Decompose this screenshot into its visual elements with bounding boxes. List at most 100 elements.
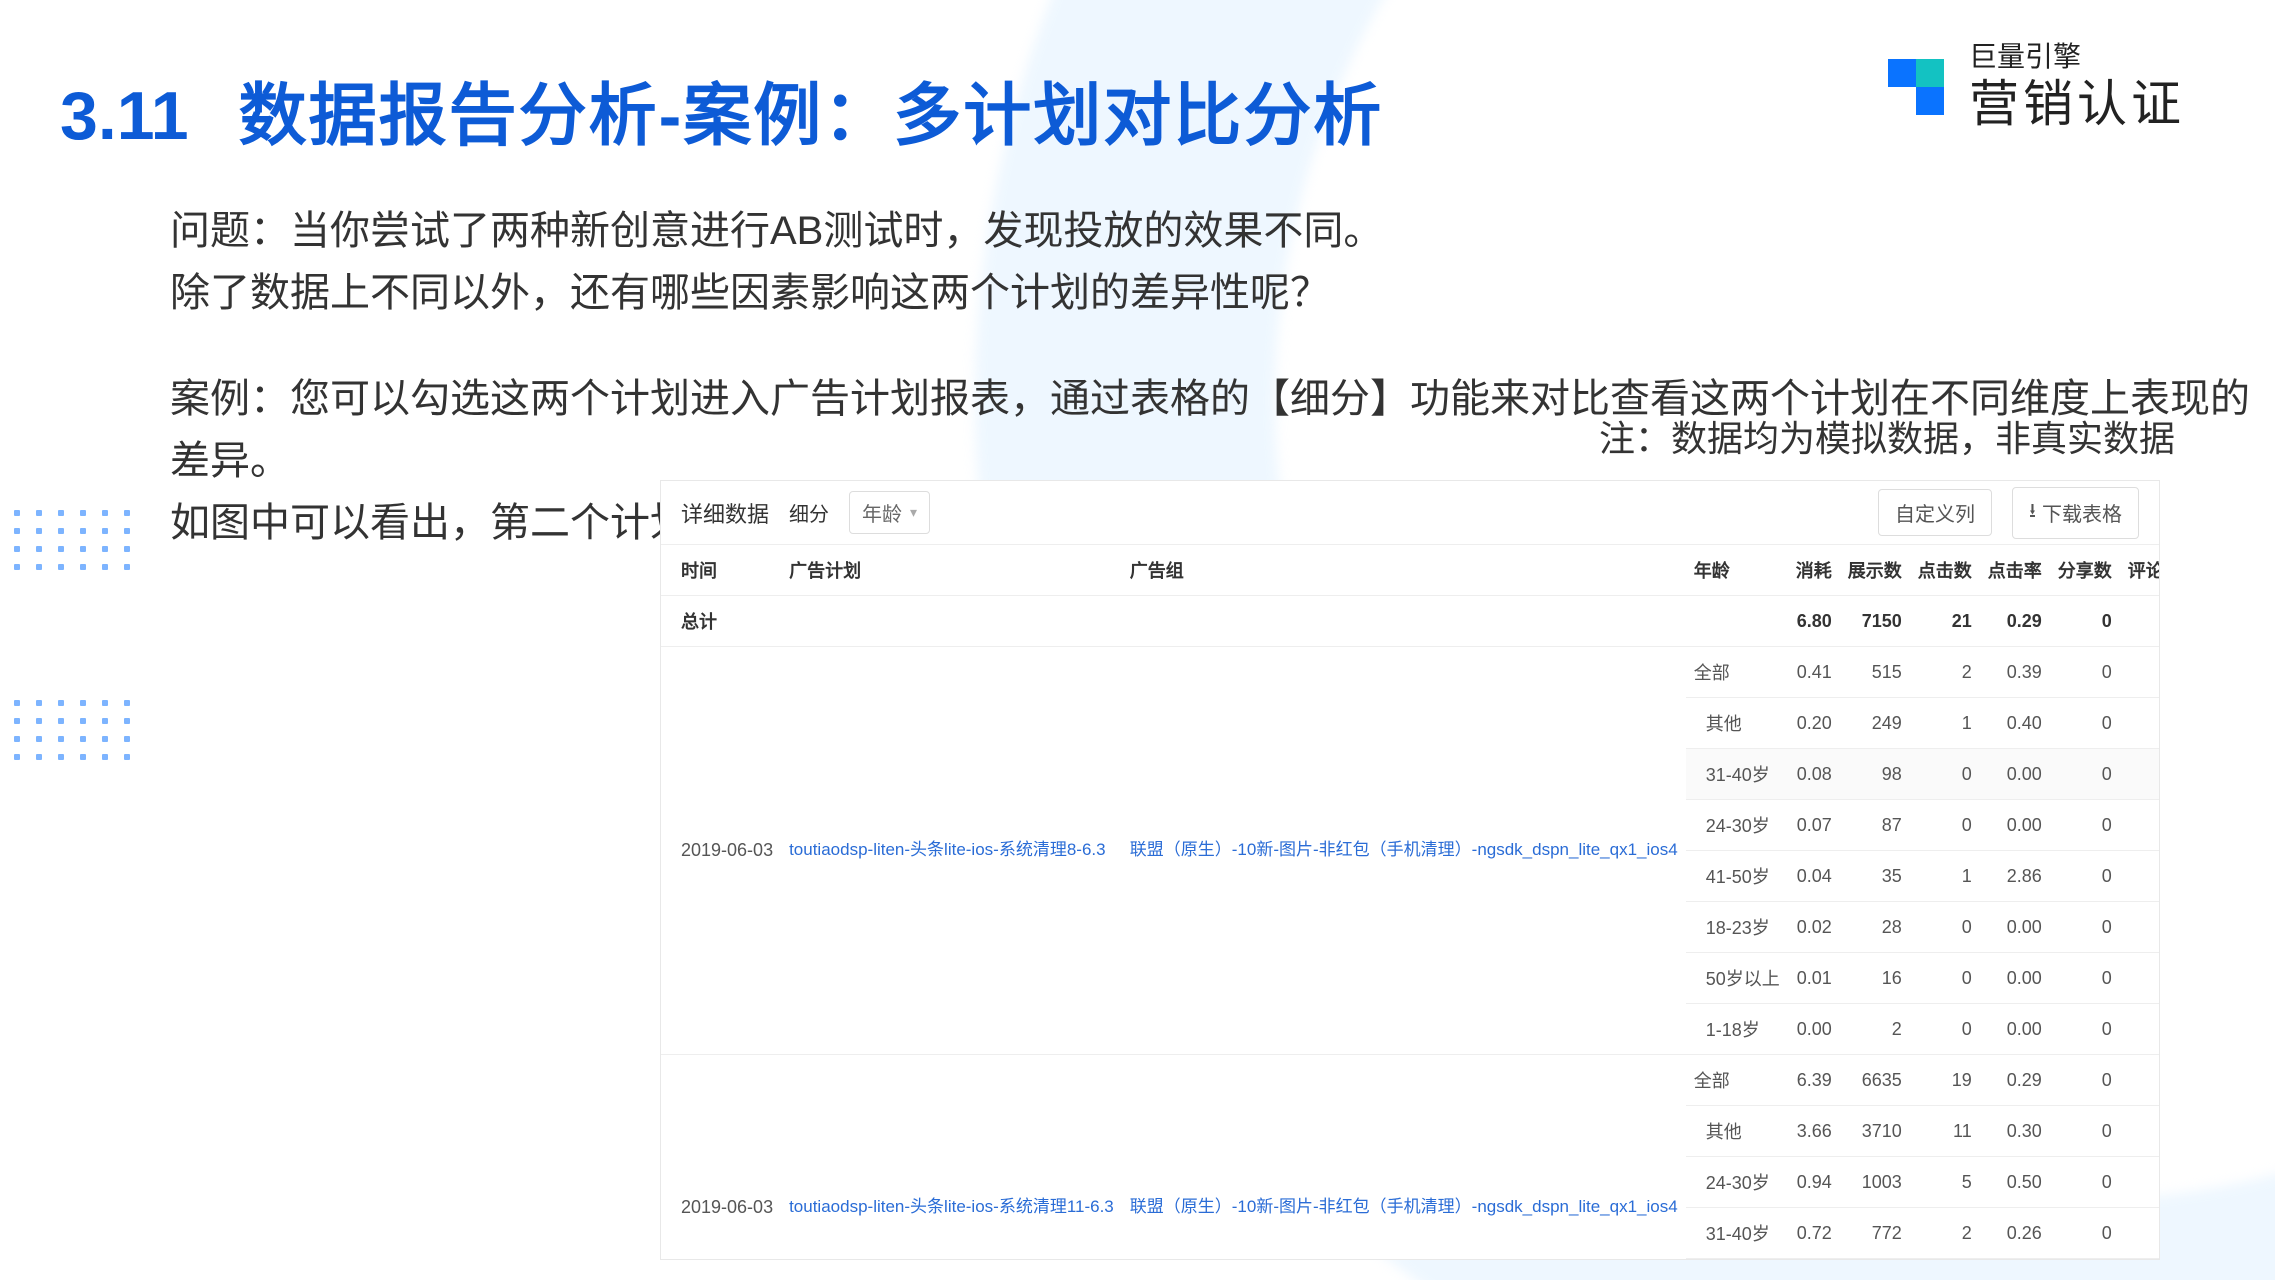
cell: 0 xyxy=(2050,1106,2120,1157)
cell: 442 xyxy=(1840,1259,1910,1260)
cell: 3.66 xyxy=(1788,1106,1840,1157)
cell: 0 xyxy=(2050,698,2120,749)
segment-label: 细分 xyxy=(789,498,829,527)
cell: 249 xyxy=(1840,698,1910,749)
cell: 0.29 xyxy=(1980,1055,2050,1106)
cell: 50岁以上 xyxy=(1686,953,1788,1004)
cell: 6.39 xyxy=(1788,1055,1840,1106)
cell: 0.41 xyxy=(1788,647,1840,698)
cell: 87 xyxy=(1840,800,1910,851)
cell: 0 xyxy=(2050,647,2120,698)
cell: 0 xyxy=(2120,851,2159,902)
cell: 515 xyxy=(1840,647,1910,698)
cell: 0.41 xyxy=(1788,1259,1840,1260)
cell: 0 xyxy=(1910,902,1980,953)
cell: 0.50 xyxy=(1980,1157,2050,1208)
panel-toolbar: 详细数据 细分 年龄 ▾ 自定义列 ⭳下载表格 xyxy=(661,481,2159,545)
cell: 0 xyxy=(2050,1208,2120,1259)
cell: 0 xyxy=(2050,749,2120,800)
col-header: 消耗 xyxy=(1788,545,1840,596)
cell: 0 xyxy=(1910,953,1980,1004)
section-title: 数据报告分析-案例：多计划对比分析 xyxy=(239,60,1384,159)
cell: 0.00 xyxy=(1980,1004,2050,1055)
cell: 0 xyxy=(2120,647,2159,698)
cell: 0.00 xyxy=(1980,953,2050,1004)
cell: 联盟（原生）-10新-图片-非红包（手机清理）-ngsdk_dspn_lite_… xyxy=(1122,1055,1686,1260)
download-icon: ⭳ xyxy=(2029,496,2036,530)
table-row: 2019-06-03toutiaodsp-liten-头条lite-ios-系统… xyxy=(661,647,2159,698)
cell: 0.00 xyxy=(1788,1004,1840,1055)
cell: 0 xyxy=(2050,596,2120,647)
cell: 5 xyxy=(1910,1157,1980,1208)
cell: 2 xyxy=(1910,647,1980,698)
cell: 7150 xyxy=(1840,596,1910,647)
brand-logo: 巨量引擎 营销认证 xyxy=(1881,40,2185,134)
segment-select[interactable]: 年龄 ▾ xyxy=(849,491,930,534)
cell: 0.72 xyxy=(1788,1208,1840,1259)
q-line2: 除了数据上不同以外，还有哪些因素影响这两个计划的差异性呢？ xyxy=(170,262,2275,324)
cell: 总计 xyxy=(661,596,1788,647)
data-note: 注：数据均为模拟数据，非真实数据 xyxy=(1599,410,2175,462)
cell: 2 xyxy=(1910,1208,1980,1259)
cell: 全部 xyxy=(1686,647,1788,698)
cell: 0.39 xyxy=(1980,647,2050,698)
cell: 1003 xyxy=(1840,1157,1910,1208)
total-row: 总计6.807150210.2900000000 xyxy=(661,596,2159,647)
cell: 0 xyxy=(2120,902,2159,953)
cell: 0.29 xyxy=(1980,596,2050,647)
cell: 0 xyxy=(2050,953,2120,1004)
chevron-down-icon: ▾ xyxy=(910,504,917,521)
cell: 0 xyxy=(1910,749,1980,800)
cell: 0.07 xyxy=(1788,800,1840,851)
cell: 0 xyxy=(2050,851,2120,902)
cell: 联盟（原生）-10新-图片-非红包（手机清理）-ngsdk_dspn_lite_… xyxy=(1122,647,1686,1055)
cell: 1 xyxy=(1910,698,1980,749)
table-row: 2019-06-03toutiaodsp-liten-头条lite-ios-系统… xyxy=(661,1055,2159,1106)
cell: 0 xyxy=(2120,596,2159,647)
tab-detail[interactable]: 详细数据 xyxy=(681,493,769,533)
col-header: 评论数 xyxy=(2120,545,2159,596)
cell: 0.40 xyxy=(1980,698,2050,749)
cell: 0 xyxy=(1910,1004,1980,1055)
cell: 31-40岁 xyxy=(1686,1208,1788,1259)
slide-title: 3.11 数据报告分析-案例：多计划对比分析 xyxy=(60,60,1383,159)
cell: 21 xyxy=(1910,596,1980,647)
cell: 0.01 xyxy=(1788,953,1840,1004)
cell: 0.00 xyxy=(1980,749,2050,800)
cell: 3710 xyxy=(1840,1106,1910,1157)
cell: 其他 xyxy=(1686,698,1788,749)
cell: 0 xyxy=(2050,902,2120,953)
download-button[interactable]: ⭳下载表格 xyxy=(2012,487,2139,539)
col-header: 时间 xyxy=(661,545,781,596)
cell: 98 xyxy=(1840,749,1910,800)
cell: 0.08 xyxy=(1788,749,1840,800)
cell: 0 xyxy=(2120,698,2159,749)
cell: 0.30 xyxy=(1980,1106,2050,1157)
cell: 35 xyxy=(1840,851,1910,902)
cell: 0 xyxy=(1910,1259,1980,1260)
cell: 16 xyxy=(1840,953,1910,1004)
cell: 0.00 xyxy=(1980,902,2050,953)
cell: 1 xyxy=(1910,851,1980,902)
cell: toutiaodsp-liten-头条lite-ios-系统清理8-6.3 xyxy=(781,647,1122,1055)
cell: 0.94 xyxy=(1788,1157,1840,1208)
decor-dots xyxy=(14,700,134,760)
brand-line2: 营销认证 xyxy=(1969,74,2185,134)
cell: 31-40岁 xyxy=(1686,749,1788,800)
cell: 0 xyxy=(2120,1208,2159,1259)
cell: 2 xyxy=(1840,1004,1910,1055)
custom-columns-button[interactable]: 自定义列 xyxy=(1878,489,1992,536)
cell: 0 xyxy=(2050,800,2120,851)
section-number: 3.11 xyxy=(60,77,189,155)
cell: 28 xyxy=(1840,902,1910,953)
cell: 0 xyxy=(2050,1055,2120,1106)
cell: 0.02 xyxy=(1788,902,1840,953)
cell: 0.20 xyxy=(1788,698,1840,749)
cell: 1-18岁 xyxy=(1686,1004,1788,1055)
cell: 全部 xyxy=(1686,1055,1788,1106)
cell: 11 xyxy=(1910,1106,1980,1157)
cell: 41-50岁 xyxy=(1686,1259,1788,1260)
cell: 0 xyxy=(2120,749,2159,800)
cell: 0 xyxy=(2120,800,2159,851)
cell: 0 xyxy=(2050,1259,2120,1260)
